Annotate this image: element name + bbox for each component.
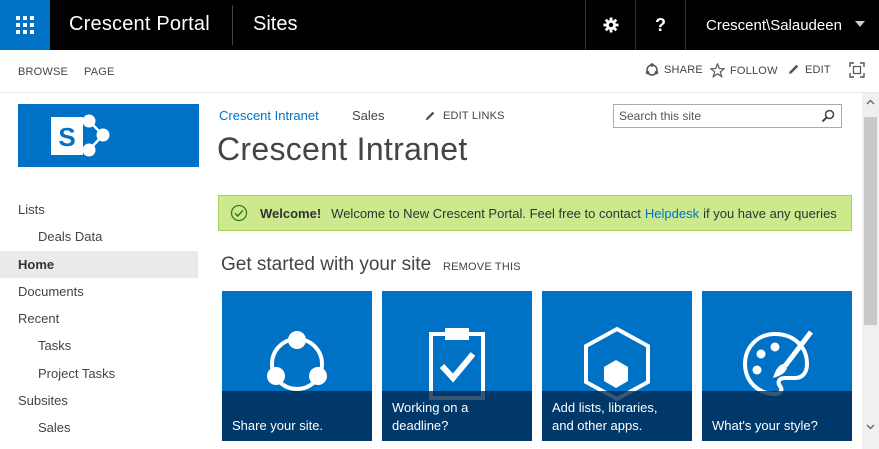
tile-label: What's your style? bbox=[702, 391, 852, 441]
search-box bbox=[613, 104, 842, 128]
suite-sites-link[interactable]: Sites bbox=[253, 13, 297, 36]
welcome-bold: Welcome! bbox=[260, 205, 322, 221]
site-logo[interactable]: S bbox=[18, 104, 199, 167]
share-label: SHARE bbox=[664, 64, 703, 76]
welcome-text: Welcome to New Crescent Portal. Feel fre… bbox=[331, 205, 641, 221]
fullscreen-icon bbox=[849, 62, 865, 78]
nav-item-sales[interactable]: Sales bbox=[0, 414, 198, 441]
waffle-icon bbox=[16, 16, 34, 34]
suite-brand-title[interactable]: Crescent Portal bbox=[69, 13, 210, 36]
share-icon bbox=[645, 63, 659, 76]
gear-icon bbox=[603, 17, 618, 33]
chevron-down-icon bbox=[855, 21, 865, 27]
search-icon[interactable] bbox=[821, 109, 835, 123]
pencil-icon bbox=[425, 111, 435, 121]
nav-item-deals-data[interactable]: Deals Data bbox=[0, 223, 198, 250]
check-circle-icon bbox=[230, 204, 248, 222]
nav-item-subsites[interactable]: Subsites bbox=[0, 387, 198, 414]
welcome-banner: Welcome! Welcome to New Crescent Portal.… bbox=[218, 195, 852, 231]
edit-links-button[interactable]: EDIT LINKS bbox=[424, 110, 505, 122]
scroll-down-icon[interactable] bbox=[866, 422, 875, 431]
search-input[interactable] bbox=[614, 105, 814, 127]
ribbon-bar: BROWSE PAGE SHARE FOLLOW EDIT bbox=[0, 50, 879, 93]
suite-divider bbox=[232, 5, 233, 45]
nav-item-tasks[interactable]: Tasks bbox=[0, 332, 198, 359]
edit-button[interactable]: EDIT bbox=[787, 63, 831, 76]
pencil-icon bbox=[789, 64, 799, 74]
scrollbar-thumb[interactable] bbox=[864, 117, 877, 325]
share-icon bbox=[267, 330, 327, 391]
help-icon: ? bbox=[655, 14, 666, 35]
tile-add-apps[interactable]: Add lists, libraries, and other apps. bbox=[542, 291, 692, 441]
share-button[interactable]: SHARE bbox=[645, 63, 703, 77]
helpdesk-link[interactable]: Helpdesk bbox=[645, 206, 699, 221]
follow-label: FOLLOW bbox=[730, 64, 778, 77]
nav-item-lists[interactable]: Lists bbox=[0, 196, 198, 223]
remove-this-link[interactable]: REMOVE THIS bbox=[443, 261, 521, 273]
welcome-text-end: if you have any queries bbox=[703, 205, 837, 221]
follow-button[interactable]: FOLLOW bbox=[710, 63, 778, 78]
nav-item-project-tasks[interactable]: Project Tasks bbox=[0, 360, 198, 387]
nav-item-documents[interactable]: Documents bbox=[0, 278, 198, 305]
nav-item-recent[interactable]: Recent bbox=[0, 305, 198, 332]
tab-page[interactable]: PAGE bbox=[84, 66, 115, 78]
getting-started-title: Get started with your site bbox=[221, 254, 432, 275]
topnav-sales-link[interactable]: Sales bbox=[352, 108, 385, 123]
user-menu-button[interactable]: Crescent\Salaudeen bbox=[685, 0, 879, 50]
help-button[interactable]: ? bbox=[635, 0, 685, 50]
edit-links-label: EDIT LINKS bbox=[443, 110, 505, 122]
tile-label: Add lists, libraries, and other apps. bbox=[542, 391, 692, 441]
tile-label: Working on a deadline? bbox=[382, 391, 532, 441]
tile-label: Share your site. bbox=[222, 391, 372, 441]
nav-item-home[interactable]: Home bbox=[0, 251, 198, 278]
scroll-up-icon[interactable] bbox=[866, 98, 875, 107]
tab-browse[interactable]: BROWSE bbox=[18, 66, 68, 78]
edit-label: EDIT bbox=[805, 63, 831, 76]
suite-bar: Crescent Portal Sites ? Crescent\Salaude… bbox=[0, 0, 879, 50]
app-launcher-button[interactable] bbox=[0, 0, 50, 50]
user-name: Crescent\Salaudeen bbox=[706, 16, 842, 34]
tile-share-site[interactable]: Share your site. bbox=[222, 291, 372, 441]
topnav-site-link[interactable]: Crescent Intranet bbox=[219, 108, 319, 123]
tile-deadline[interactable]: Working on a deadline? bbox=[382, 291, 532, 441]
sharepoint-logo-icon: S bbox=[51, 114, 110, 157]
star-icon bbox=[710, 63, 725, 78]
page-title: Crescent Intranet bbox=[217, 131, 468, 167]
focus-content-button[interactable] bbox=[849, 62, 870, 78]
tile-style[interactable]: What's your style? bbox=[702, 291, 852, 441]
settings-button[interactable] bbox=[585, 0, 635, 50]
svg-text:S: S bbox=[58, 122, 75, 152]
vertical-scrollbar[interactable] bbox=[862, 93, 879, 449]
